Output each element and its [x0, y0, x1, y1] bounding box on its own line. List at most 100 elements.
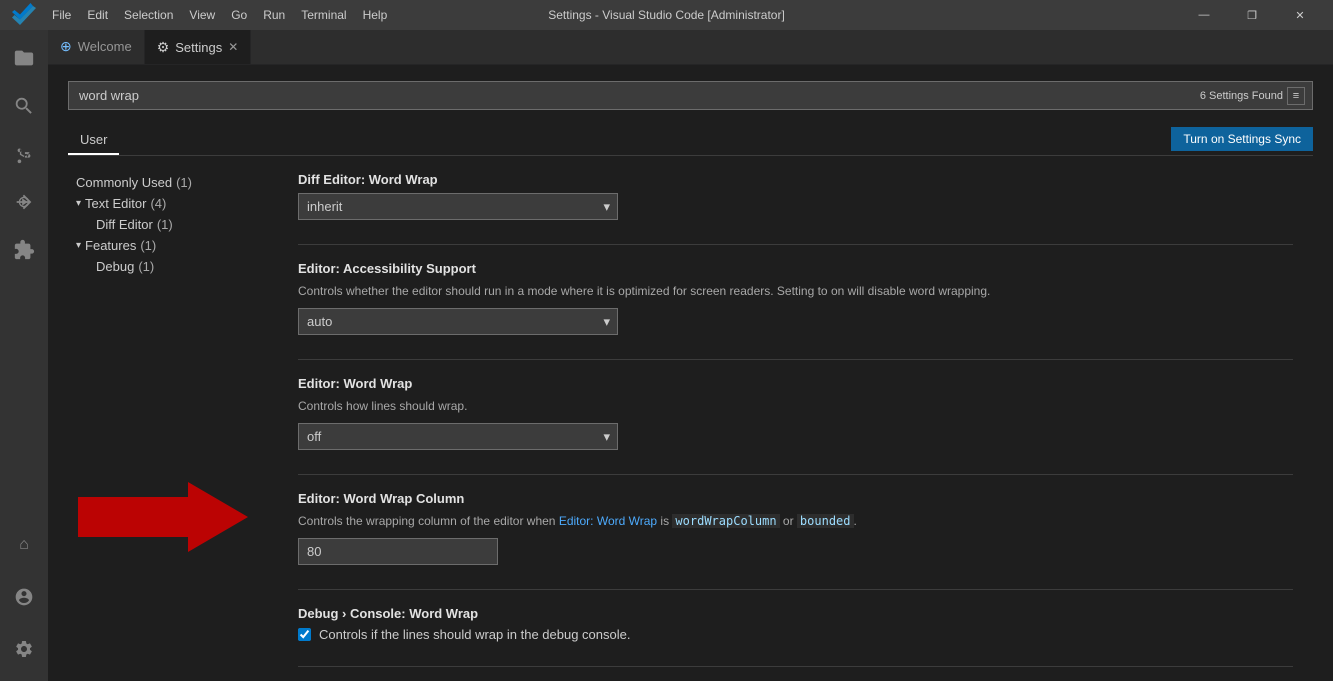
settings-tab-icon: ⚙: [157, 39, 170, 56]
welcome-tab-label: Welcome: [78, 39, 132, 54]
toc-commonly-used-label: Commonly Used: [76, 175, 172, 190]
search-input-wrapper: 6 Settings Found ≡: [68, 81, 1313, 110]
toc-features-count: (1): [140, 238, 156, 253]
toc-text-editor-arrow: ▾: [76, 198, 81, 209]
titlebar: File Edit Selection View Go Run Terminal…: [0, 0, 1333, 30]
source-control-icon: [13, 143, 35, 165]
activity-bar-account[interactable]: [0, 573, 48, 621]
diff-editor-word-wrap-title: Diff Editor: Word Wrap: [298, 172, 1293, 187]
toc-text-editor-label: Text Editor: [85, 196, 146, 211]
debug-word-wrap-checkbox[interactable]: [298, 628, 311, 641]
toc-debug[interactable]: Debug (1): [68, 256, 270, 277]
activity-bar-manage[interactable]: [0, 625, 48, 673]
accessibility-support-title: Editor: Accessibility Support: [298, 261, 1293, 276]
editor-word-wrap-title: Editor: Word Wrap: [298, 376, 1293, 391]
word-wrap-column-link[interactable]: Editor: Word Wrap: [559, 514, 657, 528]
menu-terminal[interactable]: Terminal: [295, 6, 352, 24]
user-tab-row: User Turn on Settings Sync: [68, 126, 1313, 156]
toc-diff-editor[interactable]: Diff Editor (1): [68, 214, 270, 235]
window-controls: — ❐ ✕: [1181, 0, 1323, 30]
word-wrap-column-title: Editor: Word Wrap Column: [298, 491, 1293, 506]
user-tab[interactable]: User: [68, 126, 119, 155]
results-count: 6 Settings Found: [1200, 90, 1283, 102]
activity-bar-run[interactable]: [0, 178, 48, 226]
search-bar-icon: [13, 95, 35, 117]
app-body: ⌂ ⊕ Welcome ⚙ Settings ✕: [0, 30, 1333, 681]
setting-editor-word-wrap: Editor: Word Wrap Controls how lines sho…: [298, 376, 1293, 450]
activity-bar-bottom: ⌂: [0, 521, 48, 681]
settings-content: Diff Editor: Word Wrap off on inherit wo…: [278, 172, 1313, 681]
accessibility-support-select[interactable]: auto off on: [298, 308, 618, 335]
extensions-icon: [13, 239, 35, 261]
toc-commonly-used[interactable]: Commonly Used (1): [68, 172, 270, 193]
word-wrap-column-desc-end: or: [780, 514, 797, 528]
word-wrap-column-desc-suffix: .: [854, 514, 857, 528]
menu-selection[interactable]: Selection: [118, 6, 179, 24]
activity-bar: ⌂: [0, 30, 48, 681]
menu-run[interactable]: Run: [257, 6, 291, 24]
search-input[interactable]: [68, 81, 1313, 110]
menu-view[interactable]: View: [183, 6, 221, 24]
menu-help[interactable]: Help: [357, 6, 394, 24]
maximize-button[interactable]: ❐: [1229, 0, 1275, 30]
setting-accessibility-support: Editor: Accessibility Support Controls w…: [298, 261, 1293, 335]
menu-edit[interactable]: Edit: [81, 6, 114, 24]
activity-bar-explorer[interactable]: [0, 34, 48, 82]
activity-bar-source-control[interactable]: [0, 130, 48, 178]
activity-bar-remote[interactable]: ⌂: [0, 521, 48, 569]
accessibility-support-select-wrapper: auto off on: [298, 308, 618, 335]
editor-word-wrap-description: Controls how lines should wrap.: [298, 397, 1293, 415]
tabs-bar: ⊕ Welcome ⚙ Settings ✕: [48, 30, 1333, 65]
toc-commonly-used-count: (1): [176, 175, 192, 190]
titlebar-left: File Edit Selection View Go Run Terminal…: [10, 1, 393, 29]
divider-1: [298, 244, 1293, 245]
divider-5: [298, 666, 1293, 667]
tab-welcome[interactable]: ⊕ Welcome: [48, 30, 145, 64]
settings-toc: Commonly Used (1) ▾ Text Editor (4) Diff…: [68, 172, 278, 681]
toc-debug-label: Debug: [96, 259, 134, 274]
diff-editor-word-wrap-select-wrapper: off on inherit wordWrapColumn bounded: [298, 193, 618, 220]
accessibility-support-description: Controls whether the editor should run i…: [298, 282, 1293, 300]
vscode-logo-icon: [10, 1, 38, 29]
minimize-button[interactable]: —: [1181, 0, 1227, 30]
toc-features[interactable]: ▾ Features (1): [68, 235, 270, 256]
settings-container: 6 Settings Found ≡ User Turn on Settings…: [48, 65, 1333, 681]
main-content: ⊕ Welcome ⚙ Settings ✕ 6 Settings Found …: [48, 30, 1333, 681]
toc-features-arrow: ▾: [76, 240, 81, 251]
window-title: Settings - Visual Studio Code [Administr…: [548, 8, 785, 22]
toc-diff-editor-count: (1): [157, 217, 173, 232]
toc-features-label: Features: [85, 238, 136, 253]
toc-debug-count: (1): [138, 259, 154, 274]
close-button[interactable]: ✕: [1277, 0, 1323, 30]
titlebar-menu: File Edit Selection View Go Run Terminal…: [46, 6, 393, 24]
sync-button[interactable]: Turn on Settings Sync: [1171, 127, 1313, 151]
toc-text-editor-count: (4): [150, 196, 166, 211]
editor-word-wrap-select-wrapper: off on wordWrapColumn bounded: [298, 423, 618, 450]
debug-word-wrap-checkbox-row: Controls if the lines should wrap in the…: [298, 627, 1293, 642]
welcome-tab-icon: ⊕: [60, 38, 72, 55]
word-wrap-column-code2: bounded: [797, 514, 854, 528]
account-icon: [14, 587, 34, 607]
run-debug-icon: [13, 191, 35, 213]
setting-debug-word-wrap: Debug › Console: Word Wrap Controls if t…: [298, 606, 1293, 642]
setting-word-wrap-column: Editor: Word Wrap Column Controls the wr…: [298, 491, 1293, 565]
diff-editor-word-wrap-select[interactable]: off on inherit wordWrapColumn bounded: [298, 193, 618, 220]
settings-tab-close[interactable]: ✕: [228, 40, 238, 54]
toc-diff-editor-label: Diff Editor: [96, 217, 153, 232]
explorer-icon: [13, 47, 35, 69]
activity-bar-extensions[interactable]: [0, 226, 48, 274]
settings-body: Commonly Used (1) ▾ Text Editor (4) Diff…: [68, 172, 1313, 681]
divider-4: [298, 589, 1293, 590]
word-wrap-column-desc-middle: is: [657, 514, 672, 528]
gear-icon: [14, 639, 34, 659]
editor-word-wrap-select[interactable]: off on wordWrapColumn bounded: [298, 423, 618, 450]
toc-text-editor[interactable]: ▾ Text Editor (4): [68, 193, 270, 214]
activity-bar-search[interactable]: [0, 82, 48, 130]
filter-icon[interactable]: ≡: [1287, 87, 1305, 105]
word-wrap-column-input[interactable]: [298, 538, 498, 565]
tab-settings[interactable]: ⚙ Settings ✕: [145, 30, 252, 64]
word-wrap-column-description: Controls the wrapping column of the edit…: [298, 512, 1293, 530]
menu-go[interactable]: Go: [225, 6, 253, 24]
search-bar-row: 6 Settings Found ≡: [68, 81, 1313, 110]
menu-file[interactable]: File: [46, 6, 77, 24]
